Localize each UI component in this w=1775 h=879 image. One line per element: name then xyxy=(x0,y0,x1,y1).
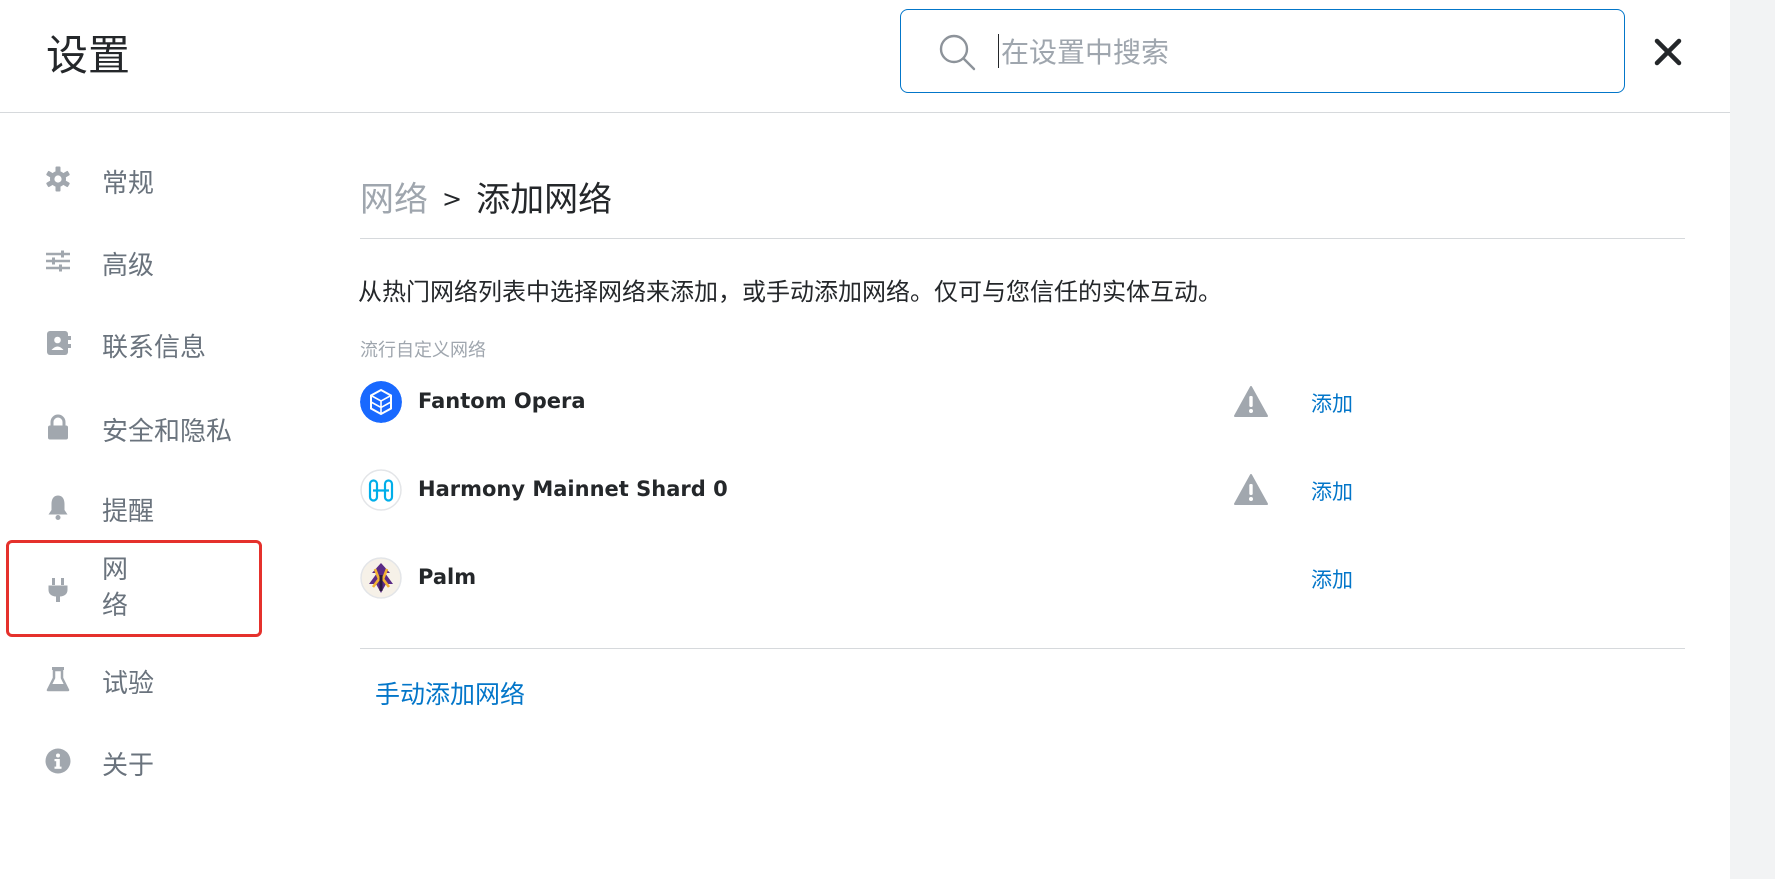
header-divider xyxy=(360,238,1685,239)
network-row: Harmony Mainnet Shard 0 添加 xyxy=(360,466,1360,516)
sidebar-item-alerts[interactable]: 提醒 xyxy=(0,483,270,543)
close-icon[interactable] xyxy=(1650,34,1686,70)
settings-panel: 设置 常规 xyxy=(0,0,1730,879)
page-description: 从热门网络列表中选择网络来添加，或手动添加网络。仅可与您信任的实体互动。 xyxy=(358,278,1222,306)
sidebar-item-networks[interactable]: 网络 xyxy=(0,552,270,632)
sidebar-item-experimental[interactable]: 试验 xyxy=(0,655,270,715)
info-icon xyxy=(45,748,71,774)
settings-header: 设置 xyxy=(0,0,1730,113)
scrollbar-track[interactable] xyxy=(1730,0,1775,879)
sidebar-item-label: 提醒 xyxy=(102,497,155,527)
network-row: Fantom Opera 添加 xyxy=(360,378,1360,428)
add-network-button[interactable]: 添加 xyxy=(1311,476,1353,506)
sidebar-item-label: 试验 xyxy=(102,669,155,699)
sidebar-item-label: 常规 xyxy=(102,169,155,199)
gear-icon xyxy=(46,166,70,192)
network-name: Palm xyxy=(418,565,477,589)
sidebar-item-about[interactable]: 关于 xyxy=(0,737,270,797)
network-row: Palm 添加 xyxy=(360,554,1360,604)
flask-icon xyxy=(46,667,70,692)
search-box[interactable] xyxy=(900,9,1625,93)
network-name: Harmony Mainnet Shard 0 xyxy=(418,477,728,501)
breadcrumb: 网络 > 添加网络 xyxy=(360,172,612,221)
section-label: 流行自定义网络 xyxy=(360,340,486,361)
plug-icon xyxy=(48,578,68,602)
breadcrumb-current: 添加网络 xyxy=(476,180,613,220)
page-title: 设置 xyxy=(46,31,131,80)
palm-logo-icon xyxy=(360,557,402,599)
network-name: Fantom Opera xyxy=(418,389,586,413)
sidebar-item-contacts[interactable]: 联系信息 xyxy=(0,319,270,379)
sidebar-item-label: 网络 xyxy=(102,555,129,621)
search-input[interactable] xyxy=(999,24,1593,80)
warning-icon[interactable] xyxy=(1233,385,1269,419)
harmony-logo-icon xyxy=(360,469,402,511)
add-network-manually-link[interactable]: 手动添加网络 xyxy=(375,675,525,711)
breadcrumb-separator: > xyxy=(442,185,463,213)
sidebar-item-advanced[interactable]: 高级 xyxy=(0,237,270,297)
sidebar-item-general[interactable]: 常规 xyxy=(0,155,270,215)
breadcrumb-parent-link[interactable]: 网络 xyxy=(360,180,428,220)
sidebar-item-label: 联系信息 xyxy=(102,333,207,363)
sidebar-item-security[interactable]: 安全和隐私 xyxy=(0,403,270,463)
fantom-logo-icon xyxy=(360,381,402,423)
sidebar-item-label: 安全和隐私 xyxy=(102,417,233,447)
sidebar-item-label: 高级 xyxy=(102,251,155,281)
bell-icon xyxy=(48,495,68,520)
add-network-button[interactable]: 添加 xyxy=(1311,564,1353,594)
sliders-icon xyxy=(46,250,70,272)
contacts-icon xyxy=(47,331,71,355)
lock-icon xyxy=(48,414,68,440)
list-divider xyxy=(360,648,1685,649)
add-network-button[interactable]: 添加 xyxy=(1311,388,1353,418)
search-icon xyxy=(939,34,976,71)
sidebar-item-label: 关于 xyxy=(102,751,155,781)
warning-icon[interactable] xyxy=(1233,473,1269,507)
